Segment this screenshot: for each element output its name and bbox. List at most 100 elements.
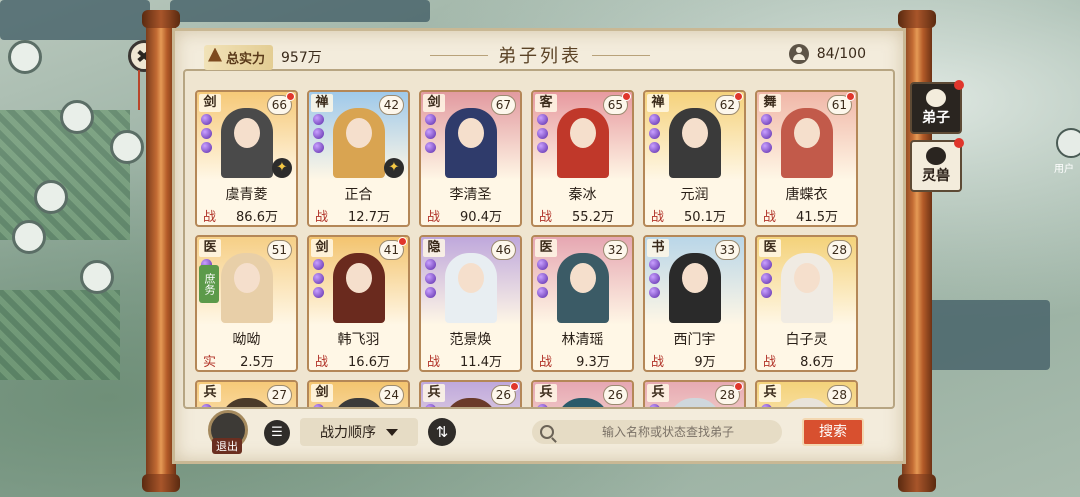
spirit-bead-icon <box>313 259 324 270</box>
disciple-card[interactable]: 兵 28 <box>755 380 858 407</box>
power-label: 战 <box>427 210 441 225</box>
spirit-bead-icon <box>313 114 324 125</box>
level-badge: 46 <box>490 240 516 260</box>
filter-list-button[interactable]: ☰ <box>264 420 290 446</box>
disciple-name: 范景焕 <box>449 332 492 348</box>
disciple-grid-viewport[interactable]: 剑 66 ✦ 虞青菱战 86.6万禅 42 ✦ 正合战 12.7万剑 67 李清圣战 90.4万客 65… <box>183 69 895 409</box>
disciple-card[interactable]: 兵 26 <box>419 380 522 407</box>
disciple-portrait <box>220 253 273 323</box>
disciple-card[interactable]: 书 33 西门宇战 9万 <box>643 235 746 372</box>
spirit-bead-icon <box>649 142 660 153</box>
spirit-bead-icon <box>761 259 772 270</box>
class-badge: 禅 <box>647 94 669 112</box>
class-badge: 兵 <box>535 384 557 402</box>
power-row: 战 41.5万 <box>763 206 852 225</box>
disciple-name: 呦呦 <box>232 332 261 348</box>
notification-dot <box>398 237 407 246</box>
level-badge: 26 <box>602 385 628 405</box>
status-tag: 庶务 <box>199 265 219 303</box>
spirit-bead-icon <box>649 259 660 270</box>
disciple-portrait <box>780 108 833 178</box>
disciple-card[interactable]: 兵 26 <box>531 380 634 407</box>
power-value: 86.6万 <box>236 210 278 225</box>
spirit-bead-icon <box>649 114 660 125</box>
disciple-name: 唐蝶衣 <box>785 187 828 203</box>
disciple-card[interactable]: 医 32 林清瑶战 9.3万 <box>531 235 634 372</box>
element-beads <box>313 114 325 153</box>
search-input[interactable] <box>554 425 782 439</box>
total-strength-value: 957万 <box>281 50 322 66</box>
scenery-marker <box>34 180 68 214</box>
sort-dropdown[interactable]: 战力顺序 <box>300 418 418 446</box>
tab-label: 灵兽 <box>922 168 950 184</box>
notification-dot <box>846 92 855 101</box>
sort-order-toggle-button[interactable]: ⇅ <box>428 418 456 446</box>
spirit-bead-icon <box>425 273 436 284</box>
exit-label[interactable]: 退出 <box>212 438 242 454</box>
spirit-bead-icon <box>201 128 212 139</box>
notification-dot <box>734 382 743 391</box>
scenery-marker <box>80 260 114 294</box>
notification-dot <box>734 92 743 101</box>
class-badge: 剑 <box>311 384 333 402</box>
disciple-card[interactable]: 隐 46 范景焕战 11.4万 <box>419 235 522 372</box>
total-strength: 总实力 957万 <box>204 42 352 72</box>
spirit-bead-icon <box>537 114 548 125</box>
spirit-bead-icon <box>201 114 212 125</box>
power-label: 战 <box>203 210 217 225</box>
power-label: 战 <box>427 355 441 370</box>
power-label: 战 <box>763 210 777 225</box>
spirit-bead-icon <box>537 142 548 153</box>
disciple-name: 正合 <box>344 187 373 203</box>
disciple-name: 虞青菱 <box>225 187 268 203</box>
spirit-bead-icon <box>537 259 548 270</box>
level-badge: 28 <box>826 385 852 405</box>
disciple-portrait <box>444 398 497 407</box>
class-badge: 客 <box>535 94 557 112</box>
scenery-marker <box>60 100 94 134</box>
search-button[interactable]: 搜索 <box>802 418 864 446</box>
spirit-bead-icon <box>313 287 324 298</box>
sort-dropdown-value: 战力顺序 <box>320 425 376 441</box>
user-label: 用户 <box>1054 164 1074 175</box>
level-badge: 33 <box>714 240 740 260</box>
power-row: 实 2.5万 <box>203 351 292 370</box>
scenery-roof <box>170 0 430 22</box>
disciple-name: 李清圣 <box>449 187 492 203</box>
disciple-portrait <box>444 253 497 323</box>
spirit-bead-icon <box>761 404 772 407</box>
level-badge: 42 <box>378 95 404 115</box>
class-badge: 兵 <box>423 384 445 402</box>
user-avatar-button[interactable] <box>1056 128 1080 158</box>
disciple-card[interactable]: 剑 41 韩飞羽战 16.6万 <box>307 235 410 372</box>
scenery-field <box>0 290 120 380</box>
disciple-card[interactable]: 医 51 庶务 呦呦实 2.5万 <box>195 235 298 372</box>
spirit-bead-icon <box>649 128 660 139</box>
disciple-portrait <box>332 108 385 178</box>
power-label: 实 <box>203 355 217 370</box>
disciple-card[interactable]: 舞 61 唐蝶衣战 41.5万 <box>755 90 858 227</box>
power-row: 战 8.6万 <box>763 351 852 370</box>
tab-disciples[interactable]: 弟子 <box>910 80 964 134</box>
disciple-card[interactable]: 剑 66 ✦ 虞青菱战 86.6万 <box>195 90 298 227</box>
disciple-card[interactable]: 禅 62 元润战 50.1万 <box>643 90 746 227</box>
tab-spirit-beasts[interactable]: 灵兽 <box>910 138 964 192</box>
disciple-card[interactable]: 兵 27 <box>195 380 298 407</box>
disciple-portrait <box>668 108 721 178</box>
element-beads <box>649 404 661 407</box>
power-label: 战 <box>315 210 329 225</box>
scenery-marker <box>8 40 42 74</box>
spirit-bead-icon <box>649 287 660 298</box>
spirit-bead-icon <box>761 114 772 125</box>
spirit-bead-icon <box>761 142 772 153</box>
disciple-card[interactable]: 兵 28 <box>643 380 746 407</box>
element-beads <box>537 114 549 153</box>
disciple-card[interactable]: 剑 24 <box>307 380 410 407</box>
disciple-card[interactable]: 客 65 秦冰战 55.2万 <box>531 90 634 227</box>
power-label: 战 <box>539 210 553 225</box>
class-badge: 舞 <box>759 94 781 112</box>
disciple-card[interactable]: 医 28 白子灵战 8.6万 <box>755 235 858 372</box>
disciple-card[interactable]: 剑 67 李清圣战 90.4万 <box>419 90 522 227</box>
page-title-bar: 弟子列表 <box>420 40 660 70</box>
disciple-card[interactable]: 禅 42 ✦ 正合战 12.7万 <box>307 90 410 227</box>
